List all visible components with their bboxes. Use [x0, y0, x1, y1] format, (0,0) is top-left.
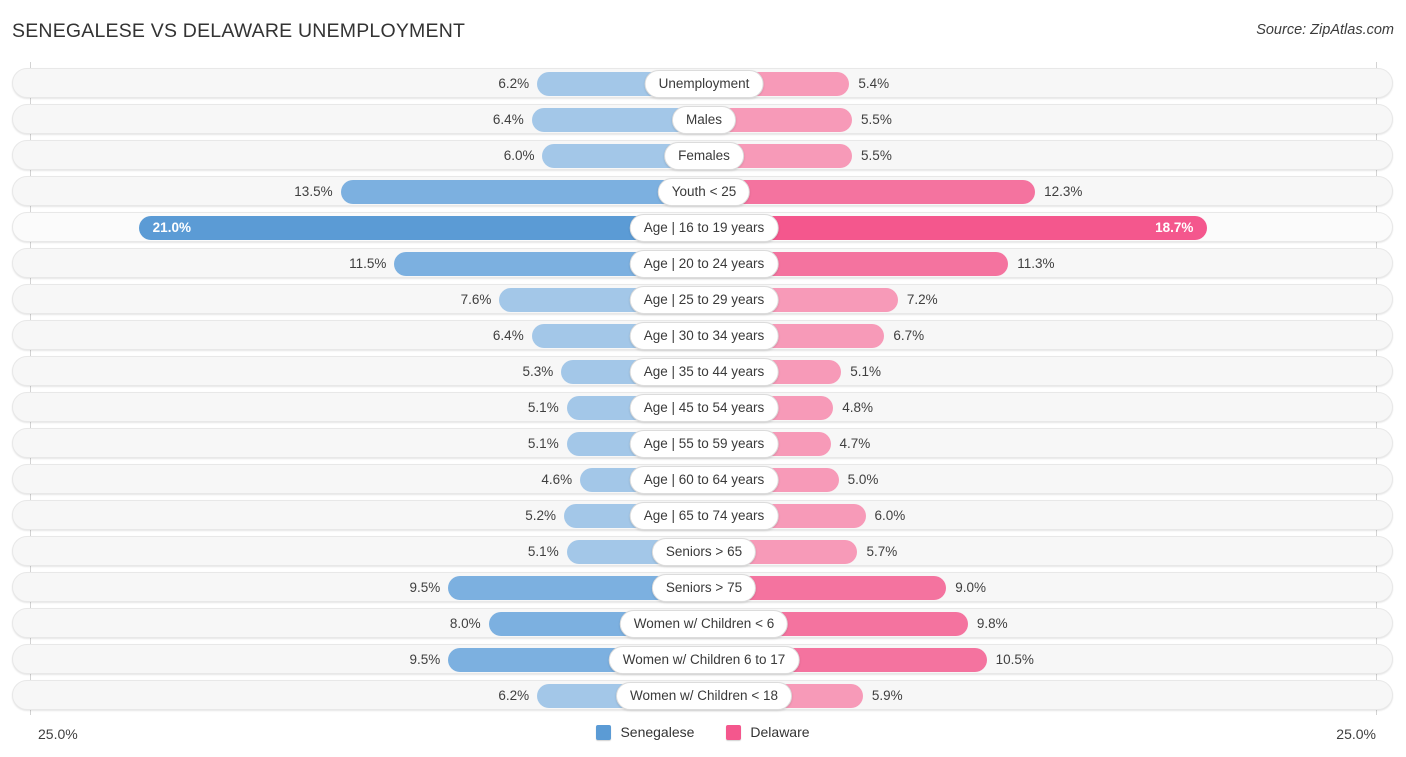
table-row[interactable]: 5.1% 4.7% Age | 55 to 59 years	[12, 428, 1393, 458]
category-label[interactable]: Unemployment	[644, 70, 764, 98]
table-row[interactable]: 9.5% 9.0% Seniors > 75	[12, 572, 1393, 602]
value-label-senegalese: 6.2%	[498, 76, 530, 91]
category-label[interactable]: Age | 35 to 44 years	[629, 358, 779, 386]
table-row[interactable]: 11.5% 11.3% Age | 20 to 24 years	[12, 248, 1393, 278]
table-row[interactable]: 7.6% 7.2% Age | 25 to 29 years	[12, 284, 1393, 314]
value-label-delaware: 4.8%	[842, 400, 873, 415]
table-row[interactable]: 6.0% 5.5% Females	[12, 140, 1393, 170]
category-label[interactable]: Age | 55 to 59 years	[629, 430, 779, 458]
table-row[interactable]: 9.5% 10.5% Women w/ Children 6 to 17	[12, 644, 1393, 674]
table-row[interactable]: 21.0% 18.7% Age | 16 to 19 years	[12, 212, 1393, 242]
page-title: SENEGALESE VS DELAWARE UNEMPLOYMENT	[12, 20, 466, 42]
category-label[interactable]: Age | 45 to 54 years	[629, 394, 779, 422]
value-label-delaware: 10.5%	[995, 652, 1034, 667]
value-label-senegalese: 5.1%	[527, 544, 559, 559]
category-label[interactable]: Females	[664, 142, 744, 170]
value-label-delaware: 12.3%	[1044, 184, 1083, 199]
category-label[interactable]: Age | 25 to 29 years	[629, 286, 779, 314]
value-label-senegalese: 6.4%	[492, 112, 524, 127]
value-label-senegalese: 6.0%	[503, 148, 535, 163]
value-label-senegalese: 6.2%	[498, 688, 530, 703]
value-label-senegalese: 9.5%	[409, 580, 441, 595]
table-row[interactable]: 6.2% 5.4% Unemployment	[12, 68, 1393, 98]
category-label[interactable]: Age | 20 to 24 years	[629, 250, 779, 278]
category-label[interactable]: Women w/ Children 6 to 17	[608, 646, 800, 674]
value-label-delaware: 5.9%	[871, 688, 903, 703]
value-label-delaware: 18.7%	[1155, 220, 1194, 235]
category-label[interactable]: Age | 16 to 19 years	[629, 214, 779, 242]
legend-label: Senegalese	[620, 724, 695, 740]
table-row[interactable]: 5.2% 6.0% Age | 65 to 74 years	[12, 500, 1393, 530]
value-label-delaware: 5.4%	[858, 76, 890, 91]
table-row[interactable]: 8.0% 9.8% Women w/ Children < 6	[12, 608, 1393, 638]
legend-label: Delaware	[750, 724, 810, 740]
chart-header: SENEGALESE VS DELAWARE UNEMPLOYMENT Sour…	[0, 0, 1406, 62]
table-row[interactable]: 4.6% 5.0% Age | 60 to 64 years	[12, 464, 1393, 494]
value-label-delaware: 9.0%	[955, 580, 987, 595]
value-label-delaware: 5.0%	[847, 472, 879, 487]
value-label-senegalese: 4.6%	[541, 472, 573, 487]
value-label-delaware: 6.0%	[874, 508, 906, 523]
table-row[interactable]: 6.4% 5.5% Males	[12, 104, 1393, 134]
category-label[interactable]: Age | 60 to 64 years	[629, 466, 779, 494]
value-label-delaware: 4.7%	[839, 436, 871, 451]
value-label-senegalese: 6.4%	[492, 328, 524, 343]
value-label-senegalese: 5.1%	[527, 400, 559, 415]
value-label-senegalese: 21.0%	[152, 220, 191, 235]
value-label-senegalese: 5.1%	[527, 436, 559, 451]
category-label[interactable]: Women w/ Children < 6	[619, 610, 789, 638]
value-label-delaware: 11.3%	[1017, 256, 1055, 271]
value-label-delaware: 9.8%	[976, 616, 1008, 631]
bar-delaware[interactable]	[704, 180, 1036, 204]
chart-footer: 25.0% 25.0% Senegalese Delaware	[0, 715, 1406, 757]
table-row[interactable]: 5.1% 4.8% Age | 45 to 54 years	[12, 392, 1393, 422]
category-label[interactable]: Age | 65 to 74 years	[629, 502, 779, 530]
value-label-senegalese: 5.3%	[522, 364, 554, 379]
chart-page: SENEGALESE VS DELAWARE UNEMPLOYMENT Sour…	[0, 0, 1406, 757]
category-label[interactable]: Women w/ Children < 18	[616, 682, 792, 710]
legend-item[interactable]: Senegalese	[596, 724, 694, 740]
category-label[interactable]: Males	[671, 106, 737, 134]
source-attribution: Source: ZipAtlas.com	[1256, 22, 1394, 38]
table-row[interactable]: 5.3% 5.1% Age | 35 to 44 years	[12, 356, 1393, 386]
value-label-delaware: 5.7%	[866, 544, 898, 559]
table-row[interactable]: 13.5% 12.3% Youth < 25	[12, 176, 1393, 206]
legend-swatch-icon	[726, 724, 742, 740]
value-label-delaware: 6.7%	[893, 328, 925, 343]
value-label-delaware: 7.2%	[906, 292, 938, 307]
value-label-senegalese: 13.5%	[294, 184, 333, 199]
category-label[interactable]: Seniors > 65	[651, 538, 757, 566]
chart-plot-area: 6.2% 5.4% Unemployment 6.4% 5.5% Males 6.0% 5.5…	[0, 62, 1406, 715]
category-label[interactable]: Youth < 25	[657, 178, 751, 206]
table-row[interactable]: 6.2% 5.9% Women w/ Children < 18	[12, 680, 1393, 710]
bar-senegalese[interactable]	[340, 180, 704, 204]
category-label[interactable]: Age | 30 to 34 years	[629, 322, 779, 350]
category-label[interactable]: Seniors > 75	[651, 574, 757, 602]
value-label-senegalese: 8.0%	[449, 616, 481, 631]
value-label-delaware: 5.5%	[861, 112, 892, 127]
table-row[interactable]: 6.4% 6.7% Age | 30 to 34 years	[12, 320, 1393, 350]
table-row[interactable]: 5.1% 5.7% Seniors > 65	[12, 536, 1393, 566]
value-label-delaware: 5.5%	[861, 148, 892, 163]
chart-legend: Senegalese Delaware	[0, 724, 1406, 740]
value-label-delaware: 5.1%	[850, 364, 882, 379]
value-label-senegalese: 7.6%	[460, 292, 492, 307]
legend-item[interactable]: Delaware	[726, 724, 810, 740]
value-label-senegalese: 9.5%	[409, 652, 441, 667]
value-label-senegalese: 5.2%	[525, 508, 557, 523]
value-label-senegalese: 11.5%	[349, 256, 387, 271]
legend-swatch-icon	[596, 724, 612, 740]
